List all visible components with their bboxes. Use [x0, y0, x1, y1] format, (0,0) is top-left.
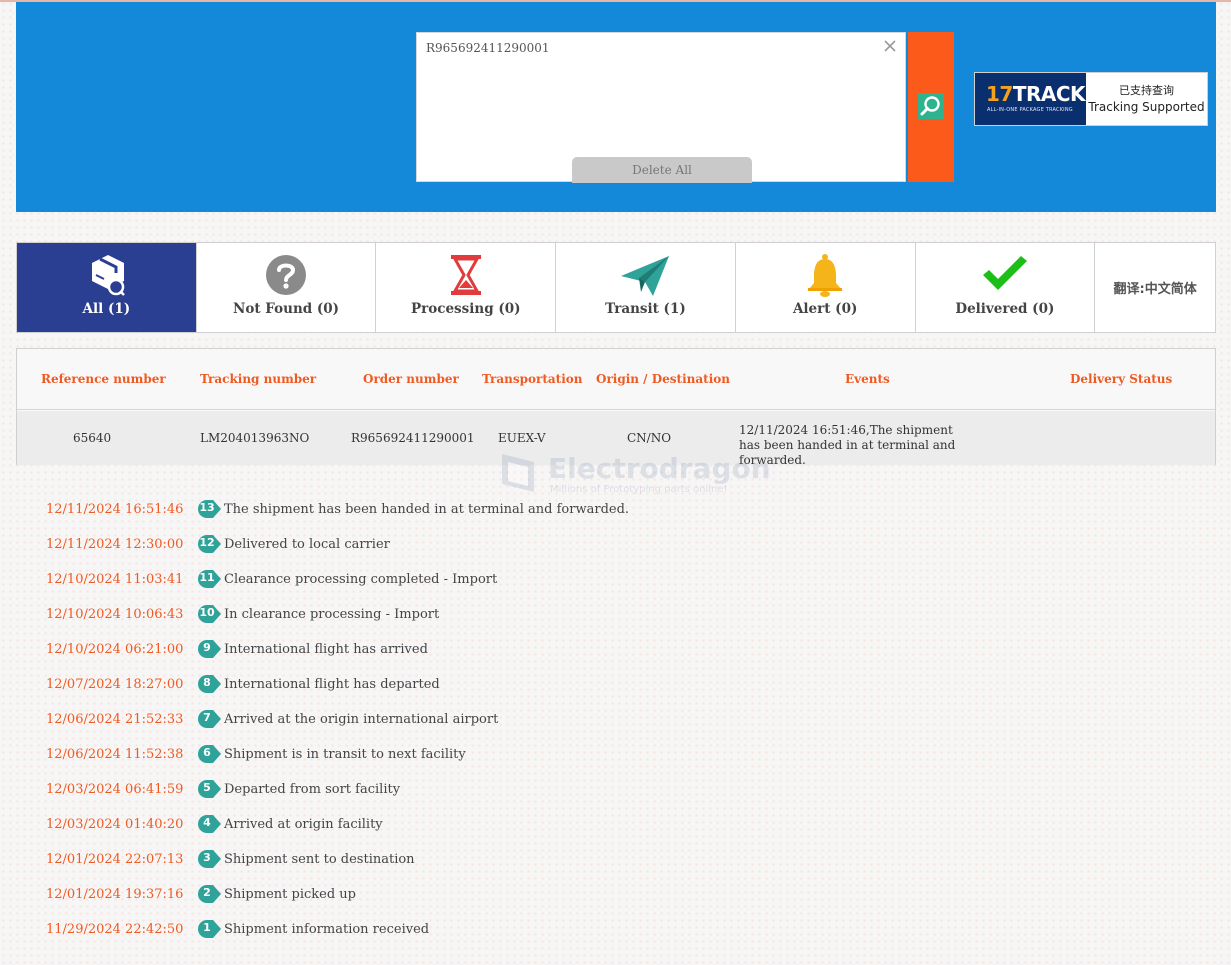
tab-delivered-label: Delivered (0): [955, 301, 1055, 317]
17track-badge[interactable]: 17TRACK ALL-IN-ONE PACKAGE TRACKING 已支持查…: [974, 72, 1208, 126]
tab-processing[interactable]: Processing (0): [376, 243, 557, 332]
tab-not-found[interactable]: Not Found (0): [197, 243, 377, 332]
status-tabs: All (1) Not Found (0) Processing (0) Tra…: [16, 242, 1216, 333]
event-time: 12/03/2024 06:41:59: [46, 782, 184, 797]
event-time: 12/11/2024 16:51:46: [46, 502, 184, 517]
search-icon: [918, 93, 944, 119]
bell-icon: [808, 254, 843, 297]
badge-cn-text: 已支持查询: [1119, 84, 1174, 97]
event-number-badge: 5: [198, 780, 221, 798]
event-description: The shipment has been handed in at termi…: [224, 502, 630, 517]
translate-label: 翻译:中文简体: [1113, 282, 1197, 297]
event-description: Delivered to local carrier: [224, 537, 390, 552]
event-description: Arrived at the origin international airp…: [224, 712, 499, 727]
cell-tracking[interactable]: LM204013963NO: [200, 431, 309, 445]
event-description: International flight has departed: [224, 677, 440, 692]
tab-alert[interactable]: Alert (0): [736, 243, 916, 332]
event-item: 12/06/2024 11:52:38 6 Shipment is in trans…: [16, 737, 916, 772]
event-time: 12/10/2024 11:03:41: [46, 572, 184, 587]
cell-reference: 65640: [73, 431, 112, 445]
event-description: Arrived at origin facility: [224, 817, 383, 832]
event-description: Shipment sent to destination: [224, 852, 415, 867]
cell-order: R965692411290001: [351, 431, 475, 445]
event-item: 12/03/2024 01:40:20 4 Arrived at origin fa…: [16, 807, 916, 842]
event-item: 12/06/2024 21:52:33 7 Arrived at the origi…: [16, 702, 916, 737]
event-number-badge: 9: [198, 640, 221, 658]
header-origin-destination: Origin / Destination: [596, 372, 730, 386]
event-number-badge: 7: [198, 710, 221, 728]
event-number-badge: 2: [198, 885, 221, 903]
event-item: 12/10/2024 06:21:00 9 International flight…: [16, 632, 916, 667]
header-delivery-status: Delivery Status: [1070, 372, 1173, 386]
checkmark-icon: [982, 256, 1027, 290]
event-time: 12/01/2024 22:07:13: [46, 852, 184, 867]
event-item: 12/11/2024 12:30:00 12 Delivered to local …: [16, 527, 916, 562]
event-item: 12/01/2024 22:07:13 3 Shipment sent to des…: [16, 842, 916, 877]
header-tracking: Tracking number: [200, 372, 317, 386]
event-number-badge: 12: [198, 535, 221, 553]
delete-all-button[interactable]: Delete All: [572, 157, 752, 183]
tab-processing-label: Processing (0): [410, 301, 521, 317]
event-number-badge: 6: [198, 745, 221, 763]
event-number-badge: 3: [198, 850, 221, 868]
header-transportation: Transportation: [482, 372, 583, 386]
translate-button[interactable]: 翻译:中文简体: [1095, 243, 1215, 332]
event-description: Shipment information received: [224, 922, 430, 937]
event-item: 12/01/2024 19:37:16 2 Shipment picked up: [16, 877, 916, 912]
event-item: 12/11/2024 16:51:46 13 The shipment has be…: [16, 492, 916, 527]
badge-en-text: Tracking Supported: [1088, 100, 1205, 114]
question-icon: [266, 255, 307, 295]
table-header: Reference number Tracking number Order n…: [17, 349, 1215, 410]
tab-delivered[interactable]: Delivered (0): [916, 243, 1096, 332]
event-time: 12/10/2024 10:06:43: [46, 607, 184, 622]
tab-not-found-label: Not Found (0): [233, 301, 340, 317]
tab-alert-label: Alert (0): [792, 301, 858, 317]
event-time: 12/11/2024 12:30:00: [46, 537, 184, 552]
cell-route: CN/NO: [627, 431, 672, 445]
cell-transport: EUEX-V: [498, 431, 546, 445]
event-item: 12/03/2024 06:41:59 5 Departed from sort f…: [16, 772, 916, 807]
event-item: 12/10/2024 11:03:41 11 Clearance processin…: [16, 562, 916, 597]
event-item: 12/10/2024 10:06:43 10 In clearance proces…: [16, 597, 916, 632]
event-number-badge: 10: [198, 605, 221, 623]
event-description: In clearance processing - Import: [224, 607, 440, 622]
electrodragon-logo-icon: [502, 454, 534, 492]
event-description: International flight has arrived: [224, 642, 428, 657]
event-number-badge: 13: [198, 500, 221, 518]
tab-transit[interactable]: Transit (1): [556, 243, 736, 332]
event-item: 12/07/2024 18:27:00 8 International flight…: [16, 667, 916, 702]
cell-events: 12/11/2024 16:51:46,The shipment has bee…: [739, 423, 956, 467]
close-icon[interactable]: [881, 37, 899, 55]
tab-all-label: All (1): [82, 301, 131, 317]
event-time: 12/01/2024 19:37:16: [46, 887, 184, 902]
paper-plane-icon: [621, 256, 670, 296]
event-number-badge: 8: [198, 675, 221, 693]
event-description: Clearance processing completed - Import: [224, 572, 498, 587]
event-time: 12/06/2024 11:52:38: [46, 747, 184, 762]
event-description: Departed from sort facility: [224, 782, 401, 797]
header-order: Order number: [363, 372, 459, 386]
tab-transit-label: Transit (1): [605, 301, 686, 317]
event-number-badge: 1: [198, 920, 221, 938]
tracking-number-textarea[interactable]: R965692411290001 Delete All: [416, 32, 906, 183]
header-events: Events: [845, 372, 890, 386]
event-description: Shipment is in transit to next facility: [224, 747, 466, 762]
search-button[interactable]: [908, 32, 954, 182]
package-icon: [92, 255, 126, 296]
event-number-badge: 11: [198, 570, 221, 588]
event-number-badge: 4: [198, 815, 221, 833]
event-description: Shipment picked up: [224, 887, 356, 902]
event-time: 12/10/2024 06:21:00: [46, 642, 184, 657]
header-reference: Reference number: [41, 372, 166, 386]
search-value: R965692411290001: [426, 41, 550, 55]
17track-logo: 17TRACK ALL-IN-ONE PACKAGE TRACKING: [975, 73, 1086, 125]
search-header: R965692411290001 Delete All 17TRACK ALL-…: [16, 2, 1216, 212]
event-time: 12/06/2024 21:52:33: [46, 712, 184, 727]
tab-all[interactable]: All (1): [17, 243, 197, 332]
event-time: 12/07/2024 18:27:00: [46, 677, 184, 692]
hourglass-icon: [450, 255, 481, 295]
event-item: 11/29/2024 22:42:50 1 Shipment information…: [16, 912, 916, 947]
event-time: 12/03/2024 01:40:20: [46, 817, 184, 832]
event-time: 11/29/2024 22:42:50: [46, 922, 184, 937]
